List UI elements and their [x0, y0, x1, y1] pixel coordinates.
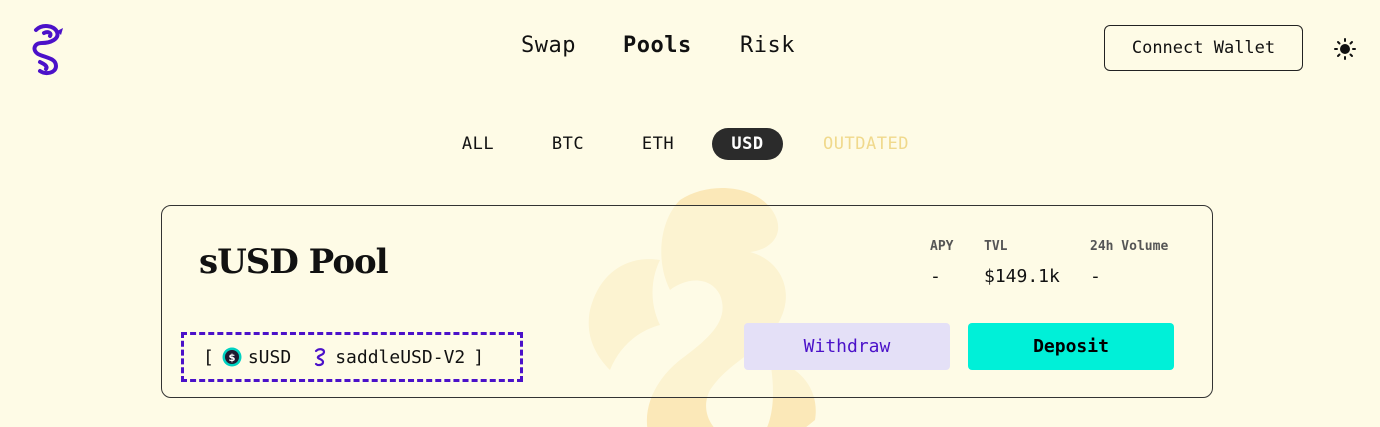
token-susd-label: sUSD [247, 346, 292, 368]
tokens-close-bracket: ] [473, 346, 485, 368]
apy-value: - [930, 266, 941, 287]
sun-icon[interactable] [1334, 38, 1356, 60]
pool-title: sUSD Pool [199, 242, 389, 282]
susd-token-icon: $ [222, 347, 242, 367]
nav-pools[interactable]: Pools [623, 33, 692, 58]
deposit-button[interactable]: Deposit [968, 323, 1174, 370]
filter-eth[interactable]: ETH [628, 128, 688, 160]
page: Swap Pools Risk Connect Wallet ALL BTC E… [0, 0, 1380, 427]
saddle-lp-token-icon [315, 348, 326, 367]
volume-value: - [1090, 266, 1101, 287]
tvl-label: TVL [984, 239, 1008, 254]
svg-text:$: $ [228, 353, 235, 364]
filter-outdated[interactable]: OUTDATED [812, 128, 920, 160]
pool-tokens: [ $ sUSD saddleUSD-V2 ] [181, 332, 523, 382]
pool-card: sUSD Pool APY - TVL $149.1k 24h Volume -… [161, 205, 1213, 398]
connect-wallet-button[interactable]: Connect Wallet [1104, 25, 1303, 71]
filter-all[interactable]: ALL [448, 128, 508, 160]
volume-label: 24h Volume [1090, 239, 1169, 254]
filter-btc[interactable]: BTC [538, 128, 598, 160]
nav-risk[interactable]: Risk [740, 33, 795, 58]
nav-swap[interactable]: Swap [521, 33, 576, 58]
token-saddleusd-v2-label: saddleUSD-V2 [335, 346, 466, 368]
withdraw-button[interactable]: Withdraw [744, 323, 950, 370]
tokens-open-bracket: [ [203, 346, 214, 368]
saddle-logo-icon[interactable] [26, 22, 64, 76]
filter-usd[interactable]: USD [712, 128, 783, 160]
token-susd: $ sUSD [222, 347, 291, 368]
apy-label: APY [930, 239, 954, 254]
tvl-value: $149.1k [984, 266, 1060, 287]
token-saddleusd-v2: saddleUSD-V2 [309, 347, 465, 368]
